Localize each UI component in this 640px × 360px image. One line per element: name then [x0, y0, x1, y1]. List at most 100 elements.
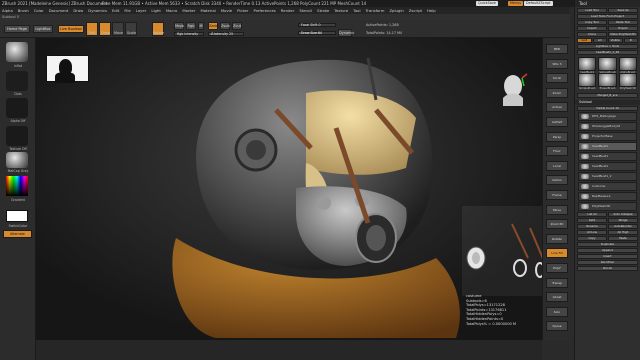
- tool-copy-tool-button[interactable]: Copy Tool: [577, 20, 607, 25]
- main-color-swatch[interactable]: [6, 210, 28, 222]
- subtool-rename-button[interactable]: Rename: [577, 224, 607, 229]
- menu-alpha[interactable]: Alpha: [2, 7, 13, 14]
- live-boolean-button[interactable]: Live Boolean: [58, 25, 84, 33]
- texture-icon[interactable]: [6, 126, 28, 146]
- tool-thumb-polymesh3d[interactable]: PolyMesh3D: [618, 73, 637, 90]
- subtool-auto-collapse-button[interactable]: Auto Collapse: [608, 212, 638, 217]
- default-zscript-button[interactable]: DefaultZScript: [524, 1, 553, 6]
- material-icon[interactable]: [6, 152, 28, 168]
- subtool-del-other-button[interactable]: Del Other: [577, 260, 638, 265]
- zsub-button[interactable]: Zsub: [220, 22, 230, 30]
- tool-palette-header[interactable]: Tool: [575, 0, 640, 7]
- subtool-item[interactable]: WireGoggleBodySt: [578, 122, 637, 131]
- shelf-local-button[interactable]: Local: [546, 160, 568, 171]
- shelf-polyf-button[interactable]: PolyF: [546, 263, 568, 273]
- subtool-item[interactable]: headBust1_2: [578, 172, 637, 181]
- shelf-zoom-button[interactable]: Zoom: [546, 87, 568, 98]
- shelf-bpr-button[interactable]: BPR: [546, 44, 568, 54]
- subtool-list-all-button[interactable]: List All: [577, 212, 607, 217]
- menu-brush[interactable]: Brush: [18, 7, 29, 14]
- shelf-spix-3-button[interactable]: SPix 3: [546, 58, 568, 69]
- tool-r-button[interactable]: R: [623, 38, 638, 43]
- merged-tool-button[interactable]: Merged_B_sca: [577, 93, 638, 98]
- switch-color-label[interactable]: SwitchColor: [2, 224, 34, 228]
- subtool-all-high-button[interactable]: All High: [608, 230, 638, 235]
- menu-zplugin[interactable]: Zplugin: [389, 7, 403, 14]
- menu-dynamics[interactable]: Dynamics: [88, 7, 107, 14]
- menu-layer[interactable]: Layer: [136, 7, 147, 14]
- zadd-button[interactable]: Zadd: [208, 22, 218, 30]
- subtool-insert-button[interactable]: Insert: [577, 254, 638, 259]
- tool-clone-button[interactable]: Clone: [577, 32, 607, 37]
- visible-count-slider[interactable]: Visible Count 10: [577, 106, 638, 111]
- move-mode-button[interactable]: Move: [112, 22, 124, 36]
- subtool-del-all-button[interactable]: Del All: [577, 266, 638, 271]
- subtool-item[interactable]: RepMeasure: [578, 192, 637, 201]
- shelf-move-button[interactable]: Move: [546, 204, 568, 215]
- lightbox-button[interactable]: LightBox: [33, 25, 53, 33]
- menu-draw[interactable]: Draw: [73, 7, 83, 14]
- subtool-copy-button[interactable]: Copy: [577, 236, 607, 241]
- tool-lightbox-tools-button[interactable]: Lightbox > Tools: [577, 44, 638, 49]
- tool-paste-tool-button[interactable]: Paste Tool: [608, 20, 638, 25]
- mrgb-button[interactable]: Mrgb: [174, 22, 184, 30]
- zcut-button[interactable]: Zcut: [232, 22, 242, 30]
- tool-all-button[interactable]: All: [592, 38, 607, 43]
- shelf-zoom3d-button[interactable]: Zoom3D: [546, 219, 568, 230]
- z-intensity-slider[interactable]: Z Intensity 25: [208, 32, 244, 36]
- quicksave-button[interactable]: QuickSave: [476, 1, 498, 6]
- subtool-merge-button[interactable]: Merge: [608, 218, 638, 223]
- color-picker[interactable]: [6, 176, 28, 196]
- rotate-mode-button[interactable]: Rotate: [152, 22, 164, 36]
- menu-color[interactable]: Color: [34, 7, 44, 14]
- subtool-autoreorder-button[interactable]: AutoReorder: [608, 224, 638, 229]
- subtool-item[interactable]: headBust1: [578, 152, 637, 161]
- menu-tool[interactable]: Tool: [353, 7, 360, 14]
- brush-icon[interactable]: [6, 42, 28, 62]
- menu-movie[interactable]: Movie: [221, 7, 232, 14]
- menu-preferences[interactable]: Preferences: [253, 7, 275, 14]
- tool-thumb-headbust1[interactable]: headBust1: [578, 57, 597, 74]
- shelf-persp-button[interactable]: Persp: [546, 131, 568, 142]
- tool-export-button[interactable]: Export: [608, 26, 638, 31]
- rgb-button[interactable]: Rgb: [186, 22, 196, 30]
- subtool-item[interactable]: ProjectorBase: [578, 132, 637, 141]
- current-tool-name[interactable]: headBust1_2_48: [577, 50, 638, 55]
- menu-light[interactable]: Light: [151, 7, 160, 14]
- menu-transform[interactable]: Transform: [366, 7, 385, 14]
- stroke-icon[interactable]: [6, 71, 28, 91]
- tool-thumb-spherebrush[interactable]: SphereBrush: [598, 57, 617, 74]
- scale-mode-button[interactable]: Scale: [125, 22, 137, 36]
- tool-thumb-simplebrush[interactable]: SimpleBrush: [578, 73, 597, 90]
- tool-save-as-button[interactable]: Save As: [608, 8, 638, 13]
- menu-help[interactable]: Help: [427, 7, 436, 14]
- subtool-all-low-button[interactable]: All Low: [577, 230, 607, 235]
- tool-thumb-alphabrush[interactable]: AlphaBrush: [618, 57, 637, 74]
- subtool-item[interactable]: RHS_PlatingAge: [578, 112, 637, 121]
- m-button[interactable]: M: [198, 22, 204, 30]
- tool-thumb-eraserbrush[interactable]: EraserBrush: [598, 73, 617, 90]
- menu-zscript[interactable]: Zscript: [409, 7, 422, 14]
- menu-render[interactable]: Render: [281, 7, 295, 14]
- menu-document[interactable]: Document: [49, 7, 69, 14]
- menu-marker[interactable]: Marker: [182, 7, 195, 14]
- rgb-intensity-slider[interactable]: Rgb Intensity: [174, 32, 204, 36]
- shelf-solo-button[interactable]: Solo: [546, 306, 568, 317]
- subtool-append-button[interactable]: Append: [577, 248, 638, 253]
- menu-macro[interactable]: Macro: [166, 7, 178, 14]
- menu-texture[interactable]: Texture: [334, 7, 348, 14]
- alpha-icon[interactable]: [6, 98, 28, 118]
- menu-picker[interactable]: Picker: [237, 7, 248, 14]
- shelf-gizmo-button[interactable]: Gizmo: [546, 175, 568, 186]
- shelf-ghost-button[interactable]: Ghost: [546, 292, 568, 303]
- tool-goz-button[interactable]: GoZ: [577, 38, 592, 43]
- tool-make-polymesh3d-button[interactable]: Make PolyMesh3D: [608, 32, 638, 37]
- menu-material[interactable]: Material: [200, 7, 215, 14]
- tool-load-tools-from-project-button[interactable]: Load Tools From Project: [577, 14, 638, 19]
- menu-stencil[interactable]: Stencil: [299, 7, 312, 14]
- tool-load-tool-button[interactable]: Load Tool: [577, 8, 607, 13]
- dynamic-button[interactable]: Dynamic: [338, 29, 354, 37]
- draw-size-slider[interactable]: Draw Size 64: [298, 31, 336, 35]
- shelf-rotate-button[interactable]: Rotate: [546, 233, 568, 244]
- subtool-item[interactable]: Costume: [578, 182, 637, 191]
